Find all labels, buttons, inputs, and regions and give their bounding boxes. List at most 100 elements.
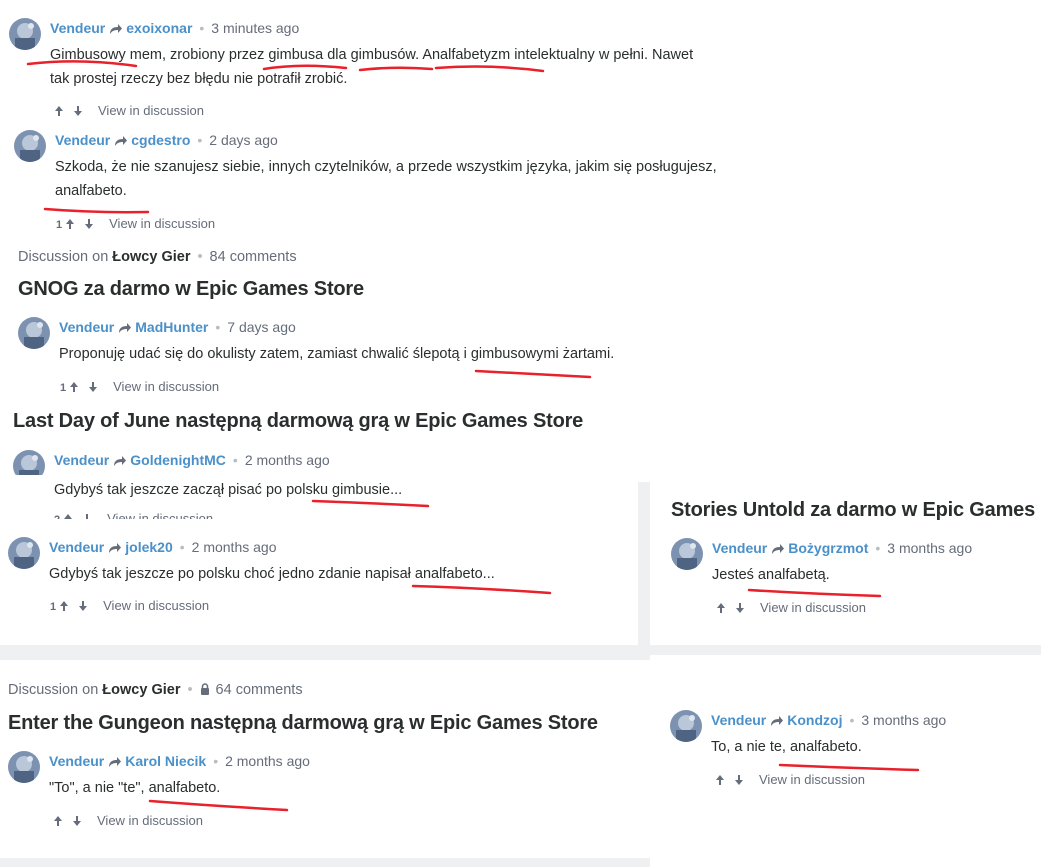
comment-body: Gimbusowy mem, zrobiony przez gimbusa dl…: [50, 43, 693, 91]
comment-actions: 1 View in discussion: [50, 598, 209, 615]
timestamp[interactable]: 2 months ago: [245, 452, 330, 468]
downvote-icon[interactable]: [82, 513, 92, 519]
downvote-icon[interactable]: [72, 815, 82, 827]
comment-count[interactable]: 64 comments: [216, 682, 303, 698]
comment-body: Jesteś analfabetą.: [712, 563, 830, 587]
avatar[interactable]: [671, 538, 703, 570]
upvote-icon[interactable]: [59, 600, 69, 612]
reply-target-link[interactable]: cgdestro: [131, 132, 190, 148]
discussion-title[interactable]: Stories Untold za darmo w Epic Games: [671, 499, 1035, 522]
reply-target-link[interactable]: Karol Niecik: [125, 753, 206, 769]
comment-meta: Vendeur Karol Niecik • 2 months ago: [49, 752, 310, 770]
timestamp[interactable]: 2 months ago: [225, 753, 310, 769]
timestamp[interactable]: 2 days ago: [209, 132, 278, 148]
panel-left-middle: Gdybyś tak jeszcze zaczął pisać po polsk…: [0, 475, 638, 645]
reply-target-link[interactable]: jolek20: [125, 539, 172, 555]
panel-top: Vendeur exoixonar • 3 minutes ago Gimbusowy…: [0, 0, 1041, 482]
avatar[interactable]: [670, 710, 702, 742]
author-link[interactable]: Vendeur: [49, 539, 104, 555]
upvote-icon[interactable]: [715, 774, 725, 786]
vote-count: 2: [54, 514, 60, 519]
discussion-title[interactable]: Last Day of June następną darmową grą w …: [13, 410, 583, 433]
discussion-title[interactable]: Enter the Gungeon następną darmową grą w…: [8, 712, 598, 735]
avatar[interactable]: [9, 18, 41, 50]
comment-text-line: To, a nie te, analfabeto.: [711, 739, 862, 755]
reply-target-link[interactable]: MadHunter: [135, 319, 208, 335]
upvote-icon[interactable]: [54, 105, 64, 117]
author-link[interactable]: Vendeur: [50, 20, 105, 36]
view-in-discussion-link[interactable]: View in discussion: [98, 103, 204, 118]
upvote-icon[interactable]: [53, 815, 63, 827]
author-link[interactable]: Vendeur: [712, 540, 767, 556]
author-link[interactable]: Vendeur: [711, 712, 766, 728]
vote-count: 1: [60, 382, 67, 394]
reply-target-link[interactable]: Kondzoj: [787, 712, 842, 728]
view-in-discussion-link[interactable]: View in discussion: [760, 600, 866, 615]
avatar[interactable]: [8, 537, 40, 569]
author-link[interactable]: Vendeur: [59, 319, 114, 335]
upvote-icon[interactable]: [716, 602, 726, 614]
view-in-discussion-link[interactable]: View in discussion: [97, 813, 203, 828]
comment-meta: Vendeur cgdestro • 2 days ago: [55, 131, 278, 149]
forum-link[interactable]: Łowcy Gier: [112, 249, 190, 265]
panel-separator: [638, 482, 650, 645]
reply-target-link[interactable]: GoldenightMC: [130, 452, 226, 468]
comment-meta: Vendeur exoixonar • 3 minutes ago: [50, 19, 299, 37]
comment-madhunter: Vendeur MadHunter • 7 days ago Proponuję ud…: [18, 317, 778, 397]
separator-dot: •: [197, 132, 203, 148]
downvote-icon[interactable]: [735, 602, 745, 614]
comment-count[interactable]: 84 comments: [210, 249, 297, 265]
timestamp[interactable]: 7 days ago: [227, 319, 296, 335]
view-in-discussion-link[interactable]: View in discussion: [109, 216, 215, 231]
view-in-discussion-link[interactable]: View in discussion: [107, 511, 213, 519]
comment-text-line: Proponuję udać się do okulisty zatem, za…: [59, 346, 615, 362]
downvote-icon[interactable]: [734, 774, 744, 786]
reply-arrow-icon: [109, 757, 122, 767]
forum-link[interactable]: Łowcy Gier: [102, 682, 180, 698]
timestamp[interactable]: 3 months ago: [887, 540, 972, 556]
view-in-discussion-link[interactable]: View in discussion: [103, 598, 209, 613]
comment-text-line: Jesteś analfabetą.: [712, 567, 830, 583]
separator-dot: •: [197, 249, 203, 265]
timestamp[interactable]: 2 months ago: [192, 539, 277, 555]
downvote-icon[interactable]: [78, 600, 88, 612]
comment-bozygrzmot: Vendeur Bożygrzmot • 3 months ago Jesteś an…: [671, 538, 1031, 628]
comment-actions: View in discussion: [54, 103, 204, 119]
panel-bottom-right-main: Vendeur Kondzoj • 3 months ago To, a nie te…: [650, 655, 1041, 867]
author-link[interactable]: Vendeur: [55, 132, 110, 148]
comment-meta: Vendeur Bożygrzmot • 3 months ago: [712, 539, 972, 557]
separator-dot: •: [213, 753, 219, 769]
separator-dot: •: [232, 452, 238, 468]
avatar[interactable]: [8, 751, 40, 783]
comment-actions: View in discussion: [715, 772, 865, 788]
comment-karol-niecik: Vendeur Karol Niecik • 2 months ago "To", a…: [8, 751, 628, 841]
upvote-icon[interactable]: [65, 218, 75, 230]
downvote-icon[interactable]: [88, 381, 98, 393]
downvote-icon[interactable]: [84, 218, 94, 230]
timestamp[interactable]: 3 minutes ago: [211, 20, 299, 36]
avatar[interactable]: [14, 130, 46, 162]
lock-icon: [200, 683, 209, 695]
comment-body: Gdybyś tak jeszcze po polsku choć jedno …: [49, 562, 495, 586]
reply-arrow-icon: [114, 456, 127, 466]
author-link[interactable]: Vendeur: [49, 753, 104, 769]
view-in-discussion-link[interactable]: View in discussion: [759, 772, 865, 787]
upvote-icon[interactable]: [63, 513, 73, 519]
downvote-icon[interactable]: [73, 105, 83, 117]
separator-dot: •: [187, 682, 193, 698]
comment-actions: View in discussion: [716, 600, 866, 616]
avatar[interactable]: [18, 317, 50, 349]
reply-target-link[interactable]: Bożygrzmot: [788, 540, 868, 556]
reply-arrow-icon: [772, 544, 785, 554]
author-link[interactable]: Vendeur: [54, 452, 109, 468]
panel-bottom-left: Discussion on Łowcy Gier • 64 comments Ent…: [0, 660, 650, 858]
comment-body: To, a nie te, analfabeto.: [711, 735, 862, 759]
upvote-icon[interactable]: [69, 381, 79, 393]
discussion-header: Discussion on Łowcy Gier • 64 comments: [8, 682, 303, 698]
reply-target-link[interactable]: exoixonar: [126, 20, 192, 36]
timestamp[interactable]: 3 months ago: [861, 712, 946, 728]
discussion-title[interactable]: GNOG za darmo w Epic Games Store: [18, 278, 364, 301]
comment-meta: Vendeur GoldenightMC • 2 months ago: [54, 451, 330, 469]
view-in-discussion-link[interactable]: View in discussion: [113, 379, 219, 394]
reply-arrow-icon: [109, 543, 122, 553]
